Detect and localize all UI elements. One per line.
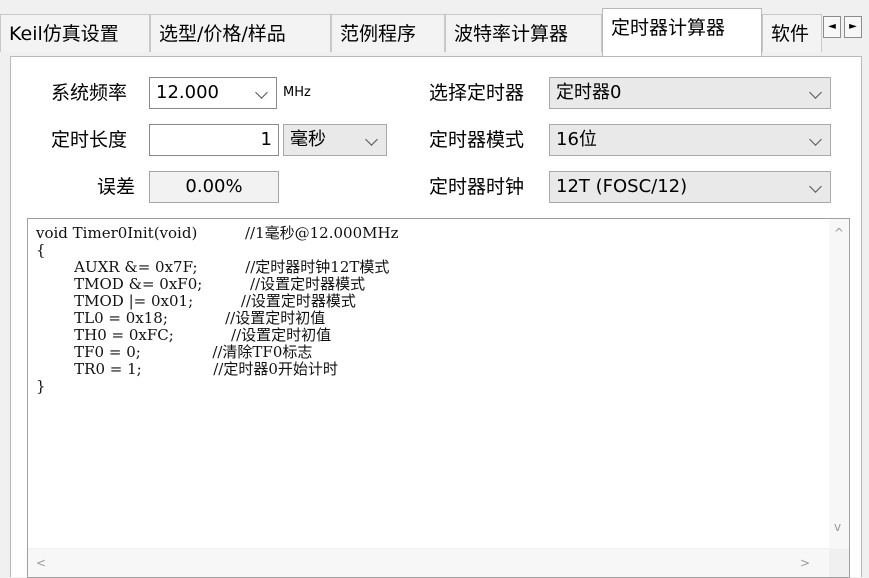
timer-select-label: 选择定时器 <box>429 82 525 104</box>
timer-select-combo[interactable]: 定时器0 <box>549 77 831 109</box>
tab-baud-calculator[interactable]: 波特率计算器 <box>445 14 602 52</box>
tab-software[interactable]: 软件 <box>762 14 822 52</box>
code-line: TMOD |= 0x01; //设置定时器模式 <box>36 292 356 310</box>
tab-selection-price[interactable]: 选型/价格/样品 <box>150 14 331 52</box>
code-line: TH0 = 0xFC; //设置定时初值 <box>36 326 332 344</box>
sysfreq-unit: MHz <box>283 85 311 100</box>
tab-timer-calculator[interactable]: 定时器计算器 <box>602 8 762 56</box>
tab-keil-sim[interactable]: Keil仿真设置 <box>0 14 150 52</box>
vertical-scrollbar[interactable]: ^ v <box>829 219 849 549</box>
sysfreq-label: 系统频率 <box>51 82 128 104</box>
length-input[interactable]: 1 <box>149 124 279 156</box>
length-unit-value: 毫秒 <box>290 129 326 150</box>
code-line: { <box>36 241 46 259</box>
chevron-down-icon <box>809 133 822 146</box>
tab-scroll-left-icon[interactable]: ◄ <box>823 16 841 38</box>
length-label: 定时长度 <box>51 129 128 151</box>
chevron-down-icon <box>365 133 378 146</box>
code-line: void Timer0Init(void) //1毫秒@12.000MHz <box>36 224 399 242</box>
scroll-right-icon[interactable]: > <box>800 557 810 569</box>
tab-examples[interactable]: 范例程序 <box>331 14 445 52</box>
scroll-down-icon[interactable]: v <box>834 521 841 533</box>
length-unit-combo[interactable]: 毫秒 <box>283 124 387 156</box>
code-line: TR0 = 1; //定时器0开始计时 <box>36 360 338 378</box>
scrollbar-corner <box>829 549 849 577</box>
horizontal-scrollbar[interactable]: < > <box>28 548 829 577</box>
timer-clock-combo[interactable]: 12T (FOSC/12) <box>549 171 831 203</box>
generated-code: void Timer0Init(void) //1毫秒@12.000MHz{ A… <box>36 225 398 395</box>
timer-clock-value: 12T (FOSC/12) <box>556 176 688 197</box>
timer-mode-combo[interactable]: 16位 <box>549 124 831 156</box>
sysfreq-combo[interactable]: 12.000 <box>149 77 277 109</box>
timer-mode-label: 定时器模式 <box>429 129 525 151</box>
timer-mode-value: 16位 <box>556 129 597 150</box>
chevron-down-icon <box>255 86 268 99</box>
error-output: 0.00% <box>149 171 279 203</box>
code-line: } <box>36 377 46 395</box>
tab-scroll-right-icon[interactable]: ► <box>844 16 862 38</box>
timer-clock-label: 定时器时钟 <box>429 176 525 198</box>
tab-bar: Keil仿真设置 选型/价格/样品 范例程序 波特率计算器 定时器计算器 软件 … <box>0 0 869 56</box>
code-output-textarea[interactable]: void Timer0Init(void) //1毫秒@12.000MHz{ A… <box>27 218 850 578</box>
scroll-left-icon[interactable]: < <box>36 557 46 569</box>
scroll-up-icon[interactable]: ^ <box>834 227 844 239</box>
timer-select-value: 定时器0 <box>556 82 622 103</box>
code-line: TL0 = 0x18; //设置定时初值 <box>36 309 326 327</box>
chevron-down-icon <box>809 180 822 193</box>
sysfreq-value: 12.000 <box>156 82 219 103</box>
error-label: 误差 <box>97 176 136 198</box>
code-line: TF0 = 0; //清除TF0标志 <box>36 343 313 361</box>
chevron-down-icon <box>809 86 822 99</box>
code-line: AUXR &= 0x7F; //定时器时钟12T模式 <box>36 258 390 276</box>
code-line: TMOD &= 0xF0; //设置定时器模式 <box>36 275 366 293</box>
timer-calculator-panel: 系统频率 12.000 MHz 定时长度 1 毫秒 误差 0.00% 选择定时器… <box>10 56 862 578</box>
